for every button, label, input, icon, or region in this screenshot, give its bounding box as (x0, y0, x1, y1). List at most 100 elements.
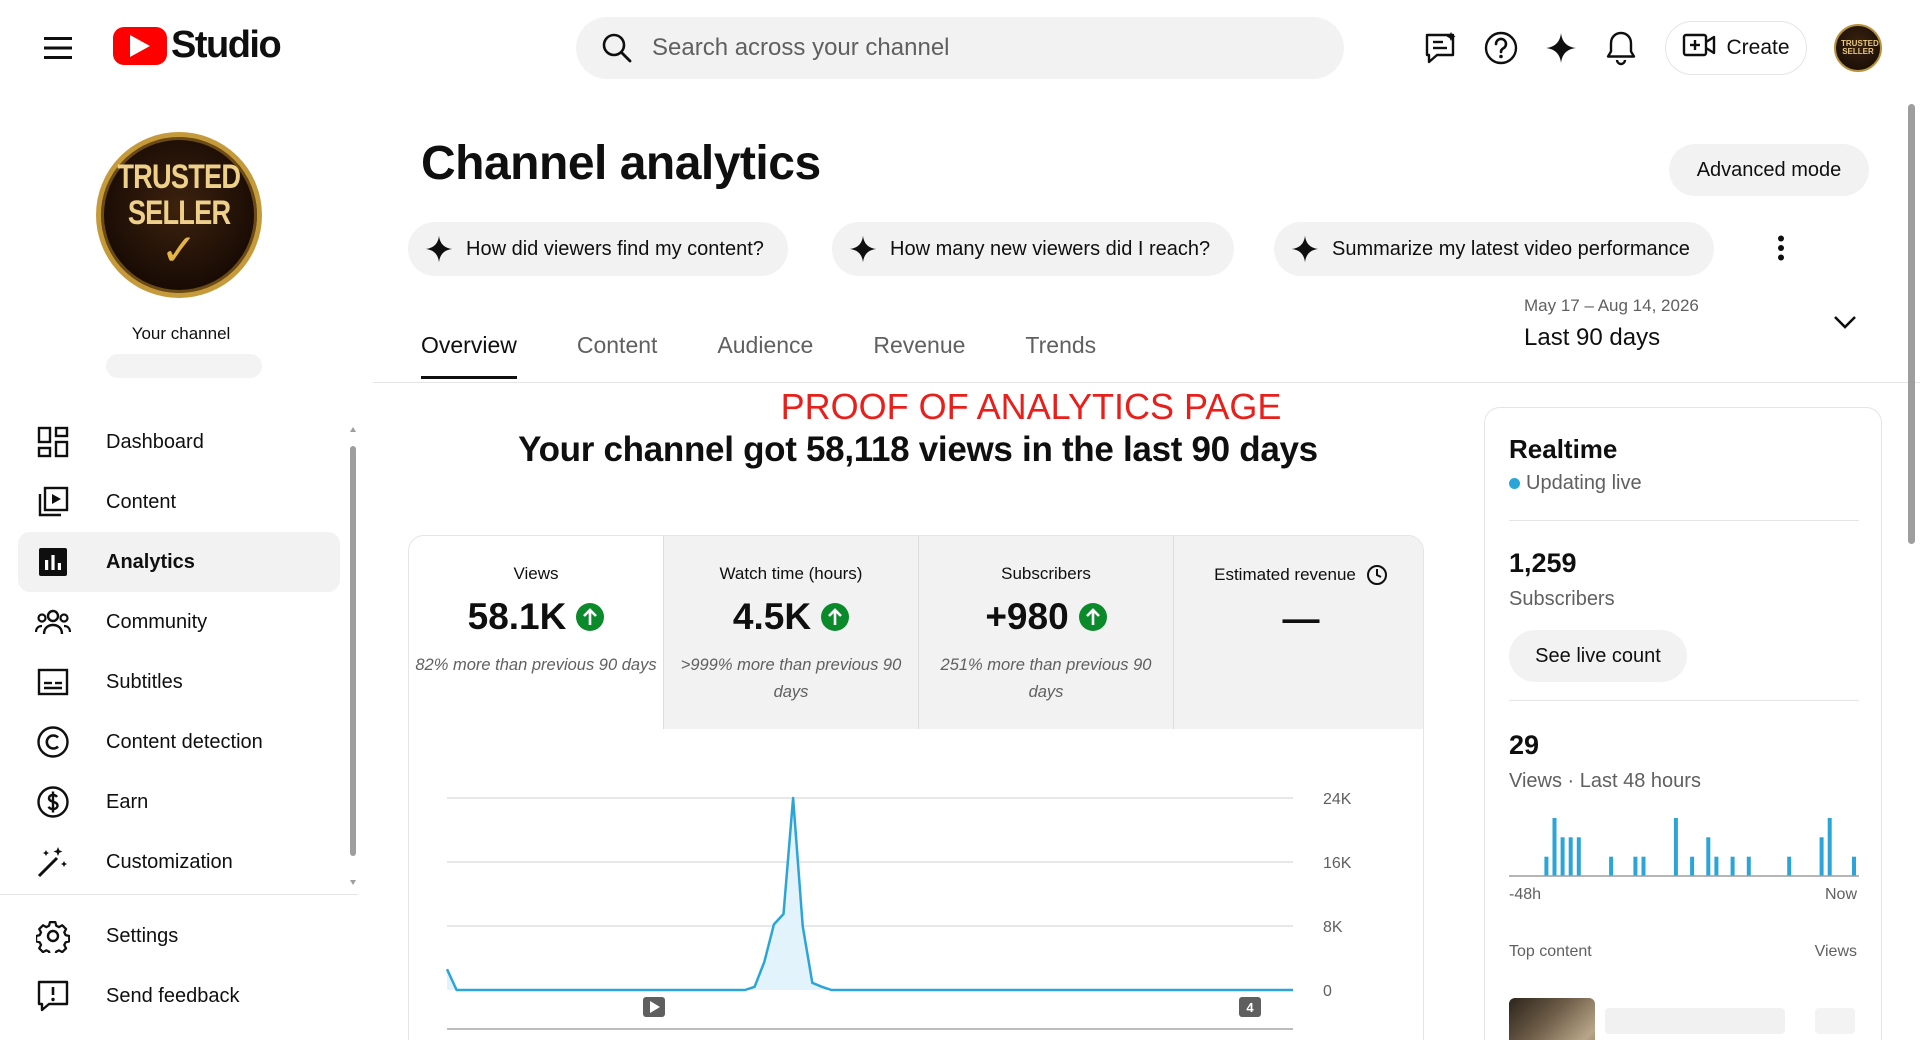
metric-views[interactable]: Views 58.1K 82% more than previous 90 da… (409, 536, 663, 729)
sidebar-scroll-thumb[interactable] (350, 446, 356, 856)
sparkle-icon (1291, 235, 1319, 263)
feedback-bubble-icon[interactable] (1421, 28, 1461, 68)
sidebar-item-analytics[interactable]: Analytics (18, 532, 340, 592)
create-label: Create (1726, 36, 1790, 59)
youtube-play-icon (113, 26, 167, 65)
realtime-bar[interactable] (1633, 856, 1638, 876)
metric-value: 4.5K (732, 596, 812, 637)
clock-icon (1366, 565, 1387, 585)
top-content-thumbnail[interactable] (1509, 998, 1595, 1040)
proof-annotation: PROOF OF ANALYTICS PAGE (780, 386, 1282, 427)
account-avatar-text: TRUSTED SELLER (1841, 39, 1879, 56)
realtime-subscribers-label: Subscribers (1509, 588, 1615, 610)
realtime-views-label: Views · Last 48 hours (1509, 770, 1701, 792)
metric-estimated-revenue[interactable]: Estimated revenue — (1174, 536, 1423, 729)
realtime-subscribers-value: 1,259 (1509, 548, 1577, 578)
sparkle-icon[interactable] (1541, 28, 1581, 68)
date-range-text: May 17 – Aug 14, 2026 (1524, 296, 1699, 315)
ai-suggestion-chip-1[interactable]: How did viewers find my content? (408, 222, 788, 276)
sidebar-item-customization[interactable]: Customization (18, 832, 340, 892)
scroll-down-icon[interactable] (349, 878, 357, 886)
realtime-bar[interactable] (1552, 818, 1557, 876)
realtime-bar[interactable] (1714, 856, 1719, 876)
advanced-mode-button[interactable]: Advanced mode (1669, 144, 1869, 196)
analytics-tabs: Overview Content Audience Revenue Trends (421, 320, 1156, 379)
realtime-bar[interactable] (1609, 856, 1614, 876)
realtime-bar[interactable] (1560, 837, 1565, 876)
metric-label: Watch time (hours) (719, 564, 863, 583)
tab-content[interactable]: Content (577, 320, 658, 377)
top-content-label: Top content (1509, 943, 1592, 960)
y-tick-label: 8K (1323, 919, 1343, 936)
sidebar-item-community[interactable]: Community (18, 592, 340, 652)
live-dot-icon (1509, 478, 1520, 489)
scroll-up-icon[interactable] (349, 426, 357, 434)
studio-logo[interactable]: Studio (113, 24, 282, 67)
realtime-bar[interactable] (1576, 837, 1581, 876)
views-series-line[interactable] (445, 796, 1293, 992)
realtime-live-label: Updating live (1526, 472, 1642, 494)
sidebar-item-content[interactable]: Content (18, 472, 340, 532)
top-content-title-redacted[interactable] (1605, 1008, 1785, 1034)
realtime-axis-end: Now (1824, 886, 1857, 903)
sidebar-item-settings[interactable]: Settings (18, 906, 340, 966)
channel-avatar[interactable]: TRUSTED SELLER ✓ (96, 132, 262, 298)
more-vert-icon[interactable] (1766, 228, 1796, 268)
realtime-bar[interactable] (1568, 837, 1573, 876)
views-area-fill (447, 798, 1293, 990)
tab-revenue[interactable]: Revenue (873, 320, 965, 377)
feedback-icon (18, 979, 88, 1013)
sidebar-item-earn[interactable]: Earn (18, 772, 340, 832)
sidebar-item-subtitles[interactable]: Subtitles (18, 652, 340, 712)
metric-subscribers[interactable]: Subscribers +980 251% more than previous… (919, 536, 1173, 729)
metric-label: Estimated revenue (1214, 565, 1356, 584)
search-bar[interactable] (576, 17, 1344, 79)
page-scrollbar[interactable] (1902, 96, 1920, 1040)
content-icon (18, 486, 88, 518)
realtime-bar[interactable] (1706, 837, 1711, 876)
ai-suggestion-chip-2[interactable]: How many new viewers did I reach? (832, 222, 1235, 276)
sidebar-item-label: Customization (106, 850, 233, 873)
tab-overview[interactable]: Overview (421, 320, 517, 379)
date-range-selector[interactable]: May 17 – Aug 14, 2026 Last 90 days (1524, 296, 1864, 360)
realtime-bar[interactable] (1787, 856, 1792, 876)
sidebar: TRUSTED SELLER ✓ Your channel Dashboard … (0, 96, 362, 1040)
page-scroll-thumb[interactable] (1908, 104, 1915, 544)
realtime-bar[interactable] (1852, 856, 1856, 876)
help-icon[interactable] (1481, 28, 1521, 68)
realtime-bar[interactable] (1641, 856, 1646, 876)
realtime-bar[interactable] (1544, 856, 1549, 876)
sidebar-scrollbar[interactable] (349, 426, 357, 886)
menu-icon[interactable] (38, 30, 78, 66)
sidebar-item-dashboard[interactable]: Dashboard (18, 412, 340, 472)
see-live-count-button[interactable]: See live count (1509, 630, 1687, 682)
realtime-bar[interactable] (1673, 818, 1678, 876)
dollar-icon (18, 785, 88, 819)
metric-watch-time[interactable]: Watch time (hours) 4.5K >999% more than … (664, 536, 918, 729)
views-chart-svg[interactable]: 24K 16K 8K 0 4 (409, 729, 1424, 1040)
top-views-label: Views (1814, 943, 1857, 960)
account-avatar[interactable]: TRUSTED SELLER (1834, 24, 1882, 72)
search-input[interactable] (652, 34, 1292, 62)
y-tick-label: 16K (1323, 855, 1352, 872)
notifications-bell-icon[interactable] (1601, 28, 1641, 68)
realtime-bar[interactable] (1730, 856, 1735, 876)
sidebar-item-content-detection[interactable]: Content detection (18, 712, 340, 772)
ai-suggestion-chip-3[interactable]: Summarize my latest video performance (1274, 222, 1714, 276)
realtime-bar[interactable] (1746, 856, 1751, 876)
dashboard-icon (18, 426, 88, 458)
metric-value-row: — (1174, 598, 1423, 640)
arrow-up-icon (1078, 603, 1107, 631)
tab-trends[interactable]: Trends (1025, 320, 1096, 377)
date-preset-text: Last 90 days (1524, 324, 1661, 351)
realtime-bar[interactable] (1690, 856, 1695, 876)
tab-audience[interactable]: Audience (717, 320, 813, 377)
realtime-bar[interactable] (1819, 837, 1824, 876)
magic-wand-icon (18, 845, 88, 879)
sparkle-icon (425, 235, 453, 263)
realtime-bar-chart[interactable] (1509, 808, 1859, 880)
create-button[interactable]: Create (1665, 21, 1807, 75)
sidebar-nav: Dashboard Content Analytics Community Su… (18, 412, 340, 892)
sidebar-item-send-feedback[interactable]: Send feedback (18, 966, 340, 1026)
realtime-bar[interactable] (1827, 818, 1832, 876)
